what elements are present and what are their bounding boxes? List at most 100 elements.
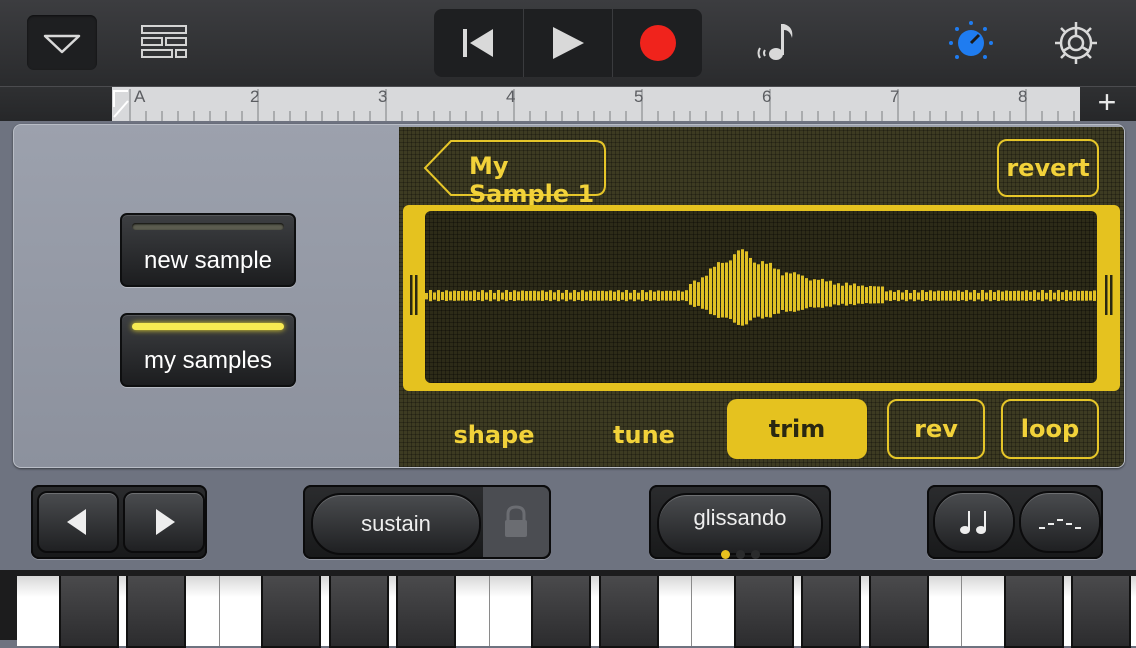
arpeggio-icon: [1039, 519, 1081, 529]
waveform-bar: [713, 266, 716, 316]
waveform-bar: [613, 291, 616, 301]
sustain-controls: sustain: [303, 485, 551, 559]
waveform-bar: [697, 282, 700, 306]
arpeggiator-button[interactable]: [1019, 491, 1101, 553]
waveform-bar: [757, 264, 760, 317]
ruler-label: 4: [506, 87, 516, 106]
waveform-bar: [945, 290, 948, 301]
waveform-bar: [969, 292, 972, 300]
sampler-panel: new sample my samples My Sample 1 revert: [13, 124, 1125, 468]
waveform-bar: [1077, 291, 1080, 301]
waveform-bar: [897, 290, 900, 302]
loop-browser-button[interactable]: [750, 18, 800, 68]
tab-tune[interactable]: tune: [589, 413, 699, 457]
waveform-bar: [461, 290, 464, 301]
black-key[interactable]: [328, 576, 389, 648]
sample-back-button[interactable]: My Sample 1: [423, 139, 607, 208]
music-note-icon: [757, 24, 793, 60]
new-sample-button[interactable]: new sample: [120, 213, 296, 287]
waveform-bar: [905, 290, 908, 302]
waveform-bar: [865, 287, 868, 303]
revert-button[interactable]: revert: [997, 139, 1099, 197]
waveform-bar: [1045, 292, 1048, 300]
loop-label: loop: [1020, 415, 1080, 443]
glissando-label: glissando: [693, 505, 787, 530]
settings-button[interactable]: [1050, 17, 1102, 69]
waveform-bar: [777, 269, 780, 314]
waveform-bar: [789, 273, 792, 312]
waveform-bar: [693, 280, 696, 307]
trim-region[interactable]: [403, 205, 1120, 391]
waveform-bar: [949, 290, 952, 301]
reverse-button[interactable]: rev: [887, 399, 985, 459]
tracks-view-button[interactable]: [140, 24, 188, 60]
waveform-bar: [561, 292, 564, 300]
waveform-bar: [1001, 291, 1004, 301]
black-key[interactable]: [1003, 576, 1064, 648]
black-key[interactable]: [598, 576, 659, 648]
black-key[interactable]: [868, 576, 929, 648]
black-key[interactable]: [801, 576, 861, 648]
waveform-bar: [597, 290, 600, 301]
play-button[interactable]: [524, 9, 614, 77]
glissando-button[interactable]: glissando: [657, 493, 823, 559]
waveform-bar: [849, 285, 852, 305]
black-key[interactable]: [1071, 576, 1131, 648]
octave-up-button[interactable]: [123, 491, 205, 553]
sustain-button[interactable]: sustain: [311, 493, 481, 555]
waveform-bar: [873, 286, 876, 304]
menu-button[interactable]: [27, 15, 97, 70]
waveform-bar: [441, 291, 444, 301]
ruler-label: 7: [890, 87, 900, 106]
waveform-bar: [661, 291, 664, 301]
waveform-bar: [745, 251, 748, 325]
waveform-bar: [621, 292, 624, 300]
waveform-bar: [549, 290, 552, 302]
waveform-bar: [553, 292, 556, 300]
smart-controls-button[interactable]: [945, 17, 997, 69]
waveform-bar: [773, 268, 776, 315]
timeline-ruler[interactable]: A 2 3 4 5 6 7 8 +: [0, 83, 1136, 121]
waveform-bar: [973, 290, 976, 302]
waveform-bar: [629, 292, 632, 300]
add-section-button[interactable]: +: [1092, 83, 1122, 120]
black-key[interactable]: [126, 576, 186, 648]
waveform-bar: [761, 261, 764, 319]
octave-down-button[interactable]: [37, 491, 119, 553]
black-key[interactable]: [733, 576, 794, 648]
waveform-bar: [1089, 291, 1092, 301]
waveform-display: [425, 211, 1097, 383]
waveform-bar: [481, 290, 484, 302]
gear-icon: [1055, 22, 1097, 64]
waveform-bar: [817, 279, 820, 308]
waveform-bar: [741, 249, 744, 326]
black-key[interactable]: [531, 576, 591, 648]
record-button[interactable]: [613, 9, 702, 77]
skip-back-button[interactable]: [434, 9, 524, 77]
waveform-bar: [433, 292, 436, 300]
my-samples-button[interactable]: my samples: [120, 313, 296, 387]
piano-keyboard: [0, 570, 1136, 648]
waveform-bar: [765, 263, 768, 317]
trim-right-handle[interactable]: [1104, 275, 1114, 315]
waveform-bar: [901, 292, 904, 300]
waveform-bar: [801, 275, 804, 310]
waveform-bar: [477, 291, 480, 301]
black-key[interactable]: [261, 576, 321, 648]
tab-shape[interactable]: shape: [439, 413, 549, 457]
black-key[interactable]: [396, 576, 456, 648]
waveform-bar: [717, 262, 720, 318]
waveform-bar: [885, 291, 888, 301]
note-settings-button[interactable]: [933, 491, 1015, 553]
waveform-bar: [649, 290, 652, 302]
sample-name: My Sample 1: [469, 152, 595, 208]
sustain-lock-button[interactable]: [483, 487, 549, 557]
waveform-bar: [1009, 291, 1012, 301]
ruler-label: 2: [250, 87, 260, 106]
tab-trim[interactable]: trim: [727, 399, 867, 459]
loop-button[interactable]: loop: [1001, 399, 1099, 459]
smart-controls-knob-icon: [949, 21, 993, 59]
trim-left-handle[interactable]: [409, 275, 419, 315]
waveform-bar: [689, 284, 692, 305]
black-key[interactable]: [58, 576, 119, 648]
